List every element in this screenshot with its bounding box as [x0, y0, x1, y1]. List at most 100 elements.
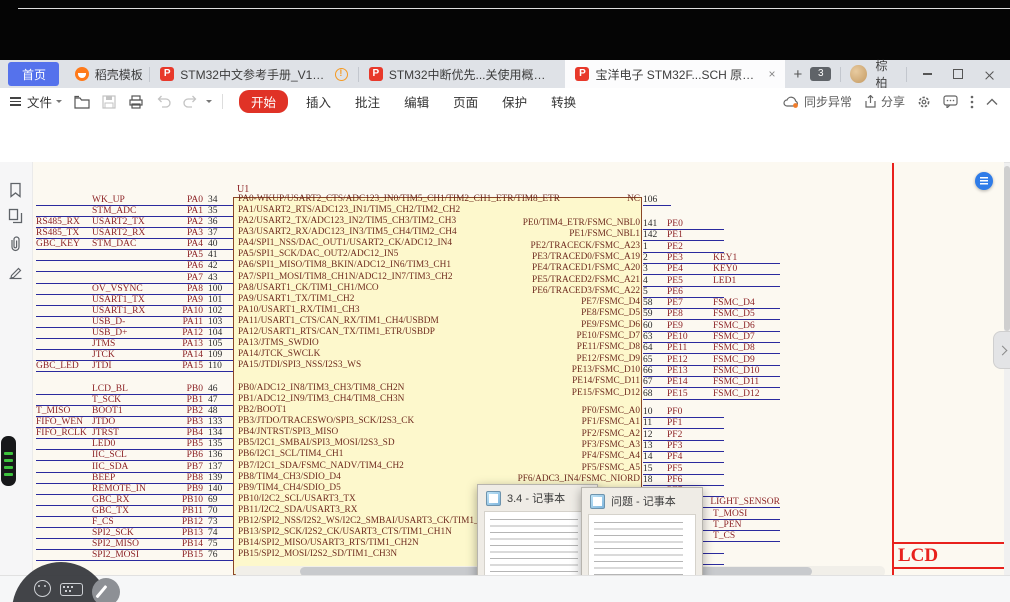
pdf-icon — [369, 67, 383, 81]
menu-tab-annotate[interactable]: 批注 — [355, 92, 380, 111]
file-menu[interactable]: 文件 — [27, 92, 52, 111]
chip-pin-function: PE2/TRACECK/FSMC_A23 — [352, 241, 640, 252]
chevron-down-icon — [56, 100, 62, 106]
pin-name: PB6 — [169, 450, 203, 460]
chip-pin-function-text: PA15/JTDI/SPI3_NSS/I2S3_WS — [238, 360, 361, 371]
thumbnails-icon[interactable] — [8, 208, 23, 224]
keyboard-icon[interactable] — [60, 583, 83, 596]
pin-name: PF4 — [667, 452, 713, 462]
pin-number: 58 — [643, 298, 667, 308]
menu-tab-edit[interactable]: 编辑 — [404, 92, 429, 111]
open-icon[interactable] — [74, 95, 90, 109]
pen-tool-bubble[interactable] — [92, 578, 120, 602]
side-panel-handle[interactable] — [993, 331, 1010, 369]
redo-icon[interactable] — [183, 95, 198, 108]
close-tab-icon[interactable]: × — [768, 67, 775, 81]
recorder-widget — [1, 436, 16, 486]
emoji-face-icon[interactable] — [34, 580, 51, 597]
menu-tab-convert[interactable]: 转换 — [551, 92, 576, 111]
pin-name: PF5 — [667, 464, 713, 474]
tab-doc-2[interactable]: STM32中断优先...关使用概念.pdf — [359, 60, 566, 88]
tabbar-right-controls: 3 棕柏 — [810, 57, 1010, 91]
signal-label: JTRST — [92, 428, 169, 438]
menu-tab-protect[interactable]: 保护 — [502, 92, 527, 111]
undo-icon[interactable] — [156, 95, 171, 108]
pin-name: PB8 — [169, 473, 203, 483]
popup-titlebar: 问题 - 记事本 — [582, 488, 702, 512]
restore-button[interactable] — [947, 64, 969, 84]
pin-number: 3 — [643, 264, 667, 274]
pin-name: PA7 — [169, 273, 203, 283]
new-tab-button[interactable]: + — [785, 66, 810, 83]
sheet-title: LCD — [898, 545, 938, 567]
tab-doc-active[interactable]: 宝洋电子 STM32F...SCH 原理图.pdf × — [565, 60, 785, 88]
menu-tab-page[interactable]: 页面 — [453, 92, 478, 111]
chip-pin-function: PE9/FSMC_D6 — [352, 320, 640, 331]
chip-pin-function: PE5/TRACED2/FSMC_A21 — [352, 275, 640, 286]
pin-number: 18 — [643, 475, 667, 485]
pin-name: PB3 — [169, 417, 203, 427]
chevron-down-icon[interactable] — [206, 100, 212, 106]
attachment-icon[interactable] — [8, 236, 23, 252]
pin-number: 4 — [643, 276, 667, 286]
signal-label: WK_UP — [92, 195, 169, 205]
settings-gear-icon[interactable] — [917, 95, 931, 109]
assistant-float-button[interactable] — [975, 172, 993, 190]
tab-count-badge[interactable]: 3 — [810, 67, 831, 81]
user-name: 棕柏 — [876, 57, 898, 91]
signal-label: USART2_TX — [92, 217, 169, 227]
comment-icon[interactable] — [943, 95, 958, 108]
pin-number: 65 — [643, 355, 667, 365]
chip-pin-function: PE7/FSMC_D4 — [352, 297, 640, 308]
pin-row: 14PF4 — [643, 451, 724, 463]
signal-label: T_PEN — [713, 520, 780, 530]
close-button[interactable] — [978, 64, 1000, 84]
collapse-toolbar-icon[interactable] — [986, 98, 998, 106]
signal-label: GBC_TX — [92, 506, 169, 516]
chip-pin-function-text: PB9/TIM4_CH4/SDIO_D5 — [238, 483, 341, 494]
signal-label: JTMS — [92, 339, 169, 349]
annotation-pen-icon[interactable] — [8, 264, 23, 280]
signal-label: FIFO_RCLK — [36, 428, 92, 438]
pin-number: 40 — [203, 239, 233, 249]
tab-docer-templates[interactable]: 稻壳模板 — [65, 60, 150, 88]
menu-bar: 文件 开始 插入 批注 编辑 页面 保护 转换 同步异常 分享 — [0, 88, 1010, 115]
pin-name: PB11 — [169, 506, 203, 516]
share-button[interactable]: 分享 — [864, 93, 905, 110]
pin-name: PF6 — [667, 475, 713, 485]
sync-status[interactable]: 同步异常 — [783, 93, 852, 110]
avatar[interactable] — [850, 65, 866, 83]
menu-icon[interactable] — [10, 97, 21, 105]
chip-pin-function-text: PA1/USART2_RTS/ADC123_IN1/TIM5_CH2/TIM2_… — [238, 205, 460, 216]
menu-tab-start[interactable]: 开始 — [239, 90, 288, 113]
signal-label: JTCK — [92, 350, 169, 360]
bookmark-icon[interactable] — [8, 182, 23, 198]
chip-pin-function: PE6/TRACED3/FSMC_A22 — [352, 286, 640, 297]
pin-row: 13PF3 — [643, 440, 724, 452]
pin-number: 105 — [203, 339, 233, 349]
chip-pin-function-text: PB6/I2C1_SCL/TIM4_CH1 — [238, 449, 343, 460]
chip-pin-function: PE1/FSMC_NBL1 — [352, 229, 640, 240]
signal-label: REMOTE_IN — [92, 484, 169, 494]
print-icon[interactable] — [128, 95, 144, 109]
tab-home[interactable]: 首页 — [8, 62, 59, 86]
pin-name: PB10 — [169, 495, 203, 505]
signal-label: RS485_RX — [36, 217, 92, 227]
tab-doc-1[interactable]: STM32中文参考手册_V10.pdf — [150, 60, 358, 88]
tab-label: 首页 — [22, 66, 46, 83]
pin-row: 142PE1 — [643, 229, 724, 241]
pin-number: 41 — [203, 250, 233, 260]
chip-pin-function: PE11/FSMC_D8 — [352, 342, 640, 353]
minimize-button[interactable] — [916, 64, 938, 84]
signal-label: GBC_LED — [36, 361, 92, 371]
sync-status-label: 同步异常 — [804, 93, 852, 110]
chip-pin-function-text: NC — [627, 194, 640, 205]
pin-name: PE1 — [667, 230, 713, 240]
chip-pin-function-text: PB14/SPI2_MISO/USART3_RTS/TIM1_CH2N — [238, 538, 419, 549]
pin-row: 141PE0 — [643, 218, 724, 230]
pin-number: 69 — [203, 495, 233, 505]
vertical-scrollbar-thumb[interactable] — [1004, 166, 1010, 331]
more-options-icon[interactable] — [970, 95, 974, 109]
menu-tab-insert[interactable]: 插入 — [306, 92, 331, 111]
save-icon[interactable] — [102, 95, 116, 109]
